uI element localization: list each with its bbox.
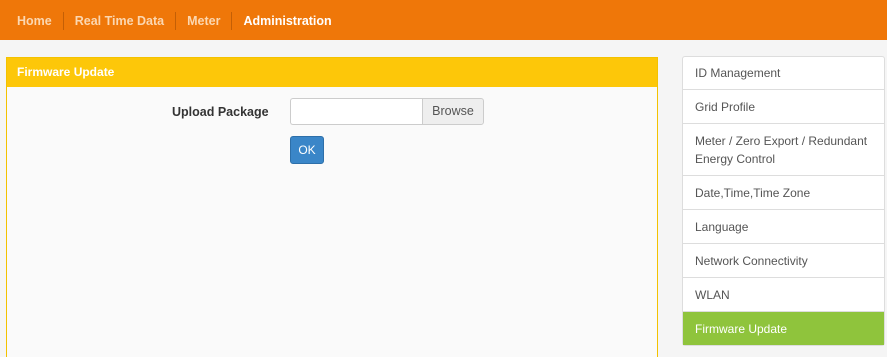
- sidebar-item-wlan[interactable]: WLAN: [683, 278, 884, 312]
- main-nav: Home Real Time Data Meter Administration: [6, 12, 343, 30]
- sidebar-item-grid-profile[interactable]: Grid Profile: [683, 90, 884, 124]
- admin-side-menu: ID Management Grid Profile Meter / Zero …: [682, 56, 885, 346]
- sidebar-item-language[interactable]: Language: [683, 210, 884, 244]
- sidebar-item-network-connectivity[interactable]: Network Connectivity: [683, 244, 884, 278]
- upload-package-label: Upload Package: [172, 105, 269, 119]
- upload-package-input[interactable]: [290, 98, 422, 125]
- nav-administration[interactable]: Administration: [232, 12, 342, 30]
- sidebar-item-id-management[interactable]: ID Management: [683, 57, 884, 90]
- nav-real-time-data[interactable]: Real Time Data: [64, 12, 177, 30]
- nav-home[interactable]: Home: [6, 12, 64, 30]
- nav-meter[interactable]: Meter: [176, 12, 233, 30]
- sidebar-item-date-time[interactable]: Date,Time,Time Zone: [683, 176, 884, 210]
- sidebar-item-meter-zero-export[interactable]: Meter / Zero Export / Redundant Energy C…: [683, 124, 884, 176]
- firmware-update-panel: Firmware Update Upload Package Browse OK: [6, 57, 658, 357]
- top-nav-bar: Home Real Time Data Meter Administration: [0, 0, 887, 40]
- panel-title: Firmware Update: [7, 58, 657, 87]
- sidebar-item-firmware-update[interactable]: Firmware Update: [683, 312, 884, 345]
- ok-button[interactable]: OK: [290, 136, 324, 164]
- browse-button[interactable]: Browse: [422, 98, 484, 125]
